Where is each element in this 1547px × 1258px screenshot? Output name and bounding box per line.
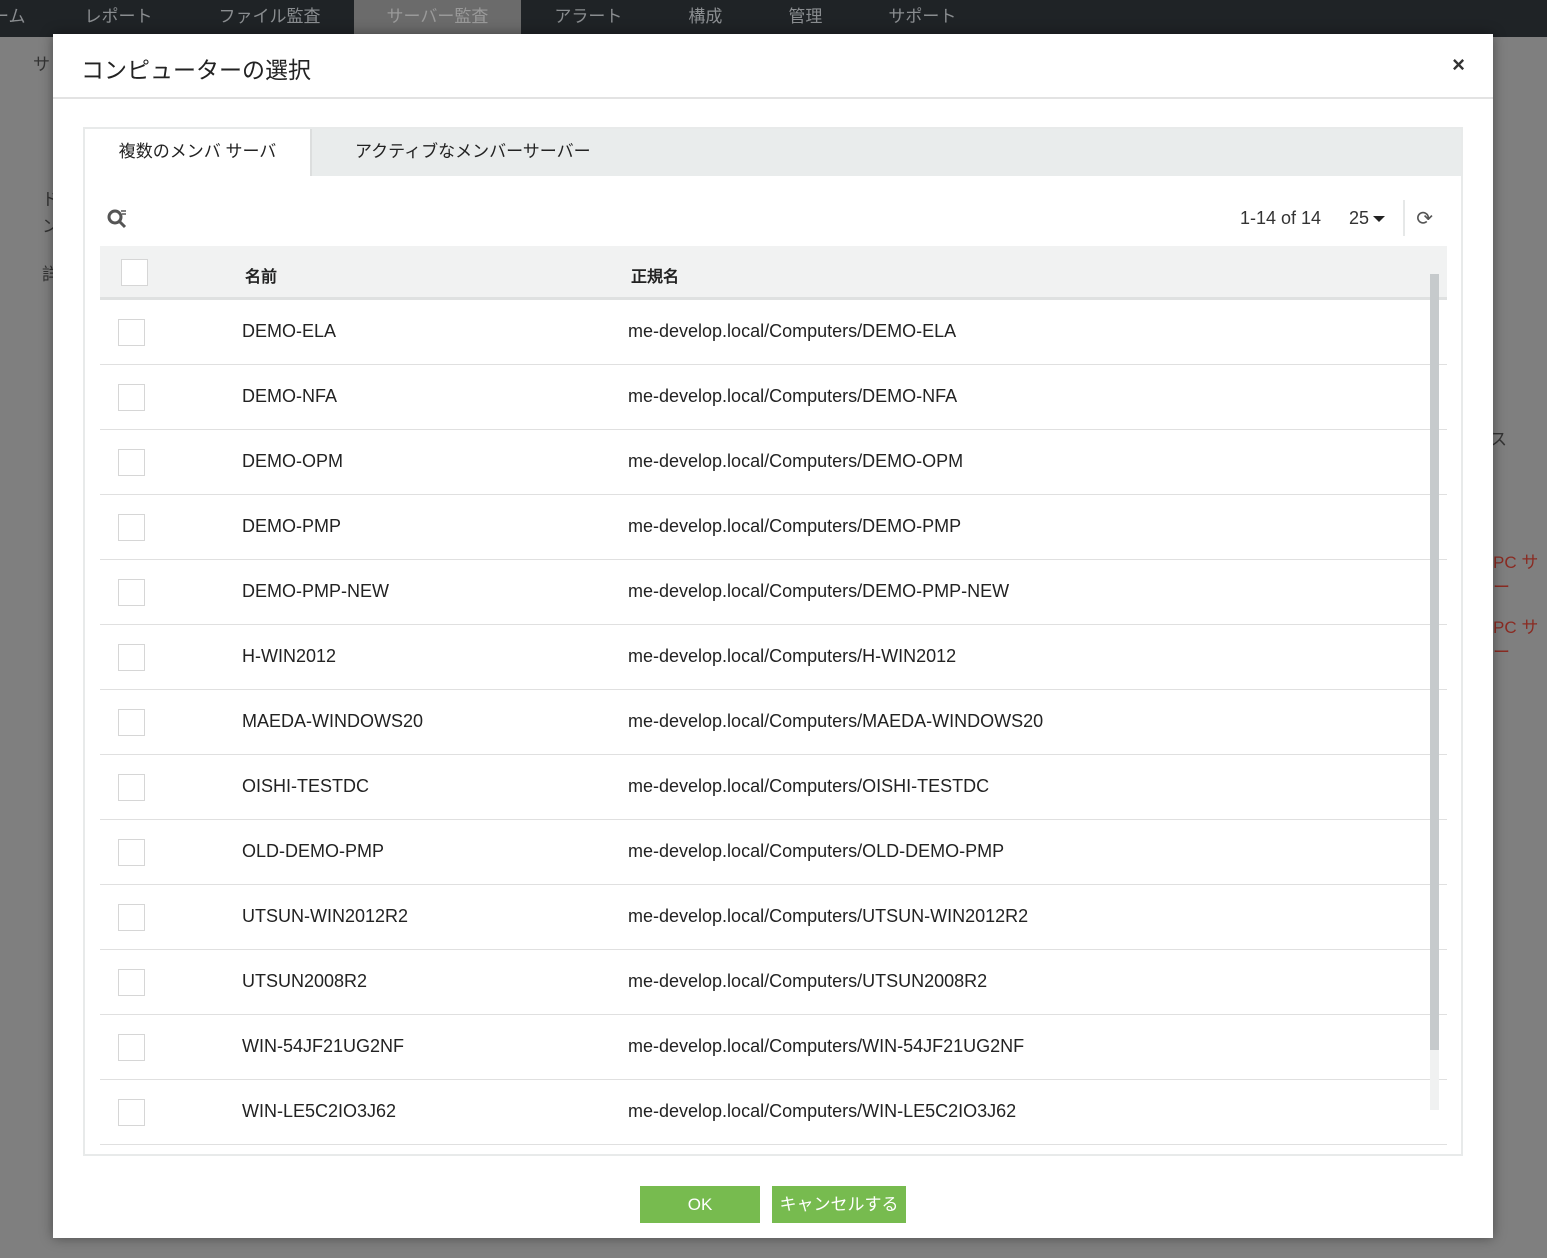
computer-name: WIN-54JF21UG2NF <box>242 1036 405 1056</box>
per-page-select[interactable]: 25 <box>1349 208 1385 229</box>
selection-panel: 複数のメンバ サーバ アクティブなメンバーサーバー 1-14 of 14 25 … <box>83 127 1463 1156</box>
computer-name: UTSUN-WIN2012R2 <box>242 906 409 926</box>
select-computer-dialog: コンピューターの選択 × 複数のメンバ サーバ アクティブなメンバーサーバー 1… <box>53 34 1493 1238</box>
column-header-canonical[interactable]: 正規名 <box>631 263 679 287</box>
row-checkbox[interactable] <box>118 384 145 411</box>
row-checkbox[interactable] <box>118 1034 145 1061</box>
canonical-name: me-develop.local/Computers/DEMO-PMP <box>628 516 962 536</box>
canonical-name: me-develop.local/Computers/H-WIN2012 <box>628 646 957 666</box>
toolbar: 1-14 of 14 25 ⟳ <box>85 176 1461 246</box>
bg-text: PC サー <box>1493 618 1539 662</box>
table-row[interactable]: DEMO-OPM me-develop.local/Computers/DEMO-… <box>100 430 1447 495</box>
computer-name: UTSUN2008R2 <box>242 971 368 991</box>
computer-name: MAEDA-WINDOWS20 <box>242 711 424 731</box>
close-icon[interactable]: × <box>1452 52 1465 78</box>
canonical-name: me-develop.local/Computers/UTSUN2008R2 <box>628 971 988 991</box>
column-header-name[interactable]: 名前 <box>245 263 277 287</box>
refresh-icon[interactable]: ⟳ <box>1416 206 1433 231</box>
nav-item-alerts[interactable]: アラート <box>521 0 655 37</box>
nav-item-file-audit[interactable]: ファイル監査 <box>186 0 354 37</box>
scrollbar[interactable] <box>1430 274 1439 1110</box>
computer-name: DEMO-PMP <box>242 516 341 536</box>
cancel-button[interactable]: キャンセルする <box>772 1186 906 1223</box>
table-row[interactable]: OISHI-TESTDC me-develop.local/Computers/O… <box>100 755 1447 820</box>
canonical-name: me-develop.local/Computers/UTSUN-WIN2012… <box>628 906 1029 926</box>
row-checkbox[interactable] <box>118 514 145 541</box>
table-row[interactable]: DEMO-PMP me-develop.local/Computers/DEMO-… <box>100 495 1447 560</box>
computer-name: OLD-DEMO-PMP <box>242 841 385 861</box>
computer-name: H-WIN2012 <box>242 646 337 666</box>
computer-name: DEMO-ELA <box>242 321 337 341</box>
row-checkbox[interactable] <box>118 579 145 606</box>
tab-bar: 複数のメンバ サーバ アクティブなメンバーサーバー <box>85 129 1461 176</box>
ok-button[interactable]: OK <box>640 1186 760 1223</box>
canonical-name: me-develop.local/Computers/DEMO-ELA <box>628 321 957 341</box>
computer-table: 名前 正規名 DEMO-ELA me-develop.local/Computer… <box>100 246 1447 1145</box>
row-checkbox[interactable] <box>118 904 145 931</box>
scrollbar-thumb[interactable] <box>1430 274 1439 1050</box>
dialog-title: コンピューターの選択 <box>81 57 311 83</box>
search-icon[interactable] <box>107 209 127 229</box>
row-checkbox[interactable] <box>118 839 145 866</box>
canonical-name: me-develop.local/Computers/WIN-LE5C2IO3J… <box>628 1101 1017 1121</box>
table-row[interactable]: DEMO-NFA me-develop.local/Computers/DEMO-… <box>100 365 1447 430</box>
table-row[interactable]: DEMO-ELA me-develop.local/Computers/DEMO-… <box>100 300 1447 365</box>
row-checkbox[interactable] <box>118 969 145 996</box>
bg-text: サ <box>33 55 50 74</box>
nav-item-server-audit[interactable]: サーバー監査 <box>353 0 522 37</box>
chevron-down-icon <box>1373 216 1385 223</box>
select-all-checkbox[interactable] <box>121 259 148 286</box>
canonical-name: me-develop.local/Computers/DEMO-PMP-NEW <box>628 581 1010 601</box>
row-checkbox[interactable] <box>118 709 145 736</box>
nav-item-reports[interactable]: レポート <box>52 0 186 37</box>
table-row[interactable]: MAEDA-WINDOWS20 me-develop.local/Computer… <box>100 690 1447 755</box>
row-checkbox[interactable] <box>118 774 145 801</box>
tab-active-member-servers[interactable]: アクティブなメンバーサーバー <box>312 129 634 176</box>
row-checkbox[interactable] <box>118 449 145 476</box>
table-header: 名前 正規名 <box>100 246 1447 300</box>
table-row[interactable]: H-WIN2012 me-develop.local/Computers/H-WI… <box>100 625 1447 690</box>
canonical-name: me-develop.local/Computers/MAEDA-WINDOWS… <box>628 711 1044 731</box>
nav-item-config[interactable]: 構成 <box>655 0 755 37</box>
top-nav: ーム レポート ファイル監査 サーバー監査 アラート 構成 管理 サポート <box>0 0 1547 37</box>
nav-item-home[interactable]: ーム <box>0 0 52 37</box>
divider <box>1403 200 1405 236</box>
canonical-name: me-develop.local/Computers/OLD-DEMO-PMP <box>628 841 1005 861</box>
row-checkbox[interactable] <box>118 1099 145 1126</box>
row-checkbox[interactable] <box>118 319 145 346</box>
row-checkbox[interactable] <box>118 644 145 671</box>
nav-item-support[interactable]: サポート <box>855 0 989 37</box>
computer-name: DEMO-OPM <box>242 451 343 471</box>
canonical-name: me-develop.local/Computers/DEMO-NFA <box>628 386 958 406</box>
nav-item-admin[interactable]: 管理 <box>755 0 855 37</box>
table-row[interactable]: UTSUN2008R2 me-develop.local/Computers/UT… <box>100 950 1447 1015</box>
canonical-name: me-develop.local/Computers/DEMO-OPM <box>628 451 964 471</box>
bg-text: PC サー <box>1493 553 1539 597</box>
computer-name: DEMO-NFA <box>242 386 338 406</box>
table-row[interactable]: WIN-LE5C2IO3J62 me-develop.local/Computer… <box>100 1080 1447 1145</box>
pagination-range: 1-14 of 14 <box>1239 208 1321 228</box>
table-row[interactable]: DEMO-PMP-NEW me-develop.local/Computers/D… <box>100 560 1447 625</box>
table-row[interactable]: OLD-DEMO-PMP me-develop.local/Computers/O… <box>100 820 1447 885</box>
canonical-name: me-develop.local/Computers/OISHI-TESTDC <box>628 776 990 796</box>
table-row[interactable]: UTSUN-WIN2012R2 me-develop.local/Computer… <box>100 885 1447 950</box>
computer-name: OISHI-TESTDC <box>242 776 370 796</box>
table-row[interactable]: WIN-54JF21UG2NF me-develop.local/Computer… <box>100 1015 1447 1080</box>
computer-name: WIN-LE5C2IO3J62 <box>242 1101 397 1121</box>
per-page-value: 25 <box>1348 208 1369 228</box>
tab-multiple-member-servers[interactable]: 複数のメンバ サーバ <box>85 129 312 176</box>
dialog-header: コンピューターの選択 × <box>53 34 1493 99</box>
computer-name: DEMO-PMP-NEW <box>242 581 389 601</box>
canonical-name: me-develop.local/Computers/WIN-54JF21UG2… <box>628 1036 1025 1056</box>
